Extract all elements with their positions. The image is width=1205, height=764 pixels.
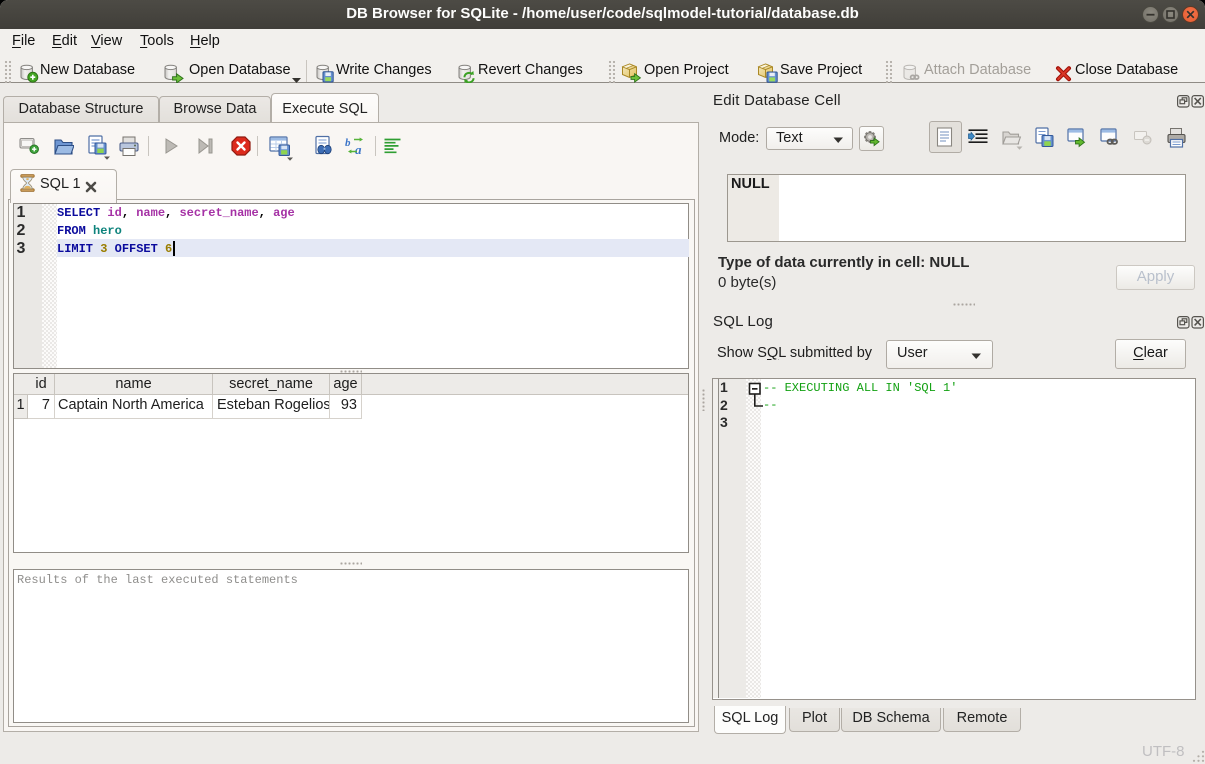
svg-text:b: b	[345, 137, 351, 149]
svg-text:a: a	[355, 142, 362, 156]
